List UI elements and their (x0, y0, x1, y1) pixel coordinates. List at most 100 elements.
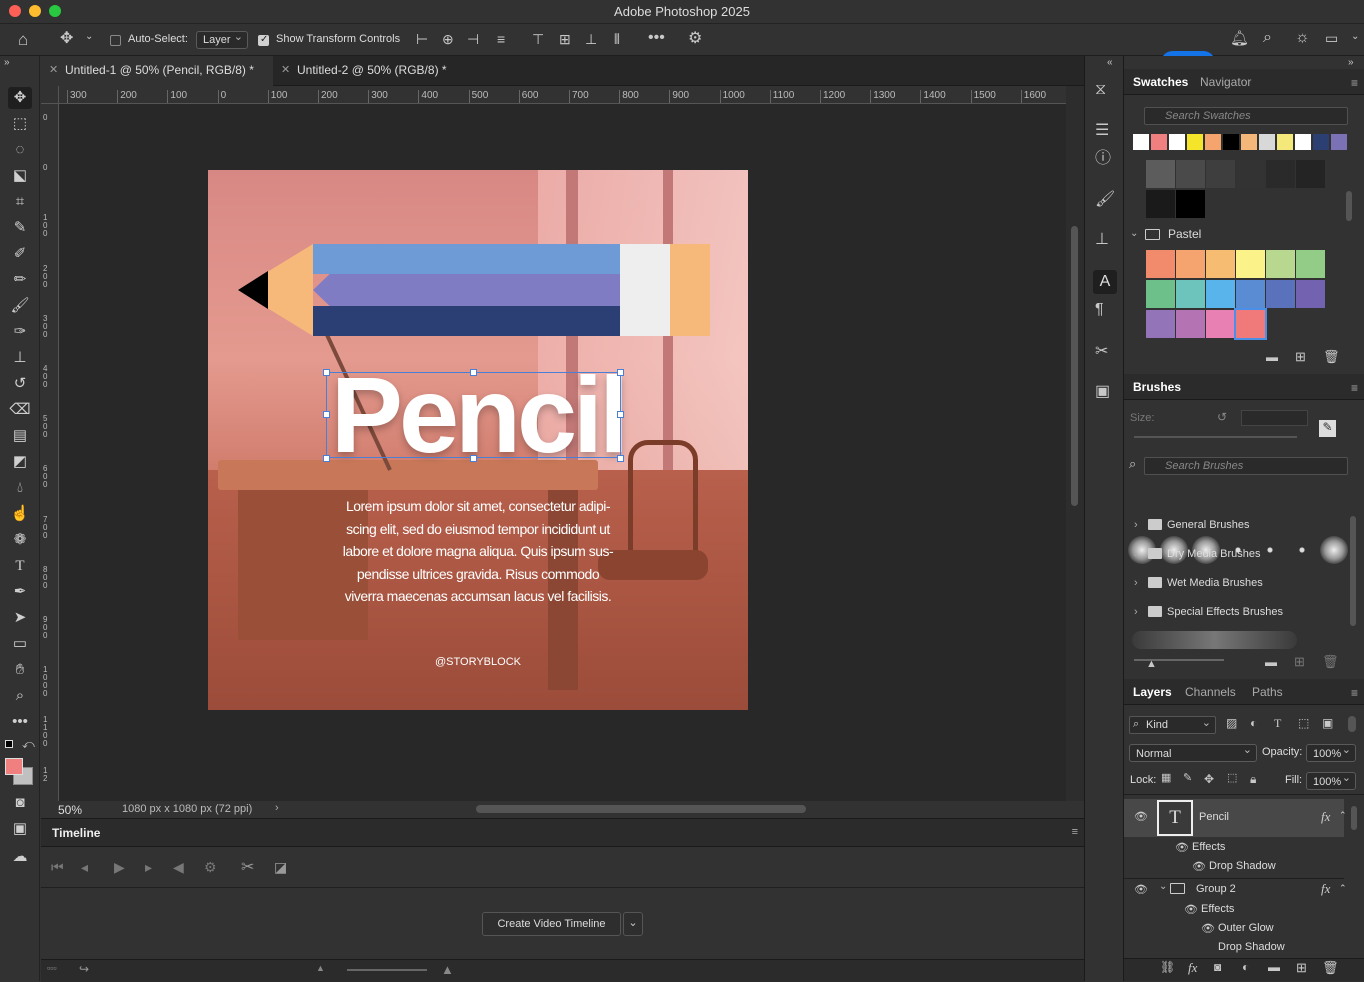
paragraph-icon[interactable]: ¶ (1095, 302, 1104, 318)
tab-untitled-2[interactable]: ✕ Untitled-2 @ 50% (RGB/8) * (273, 56, 473, 86)
recent-swatch[interactable] (1151, 134, 1167, 150)
gray-swatch[interactable] (1146, 160, 1175, 188)
eyedropper-tool-icon[interactable]: ✎ (8, 217, 32, 239)
filter-type-icon[interactable]: T (1274, 717, 1281, 729)
chevron-right-icon[interactable]: › (1134, 519, 1138, 531)
distribute-icon[interactable]: ≡ (497, 32, 505, 46)
adjustments-icon[interactable]: ☰ (1095, 123, 1109, 139)
transform-bounding-box[interactable] (326, 372, 621, 458)
tab-brushes[interactable]: Brushes (1133, 374, 1181, 400)
expand-panels-icon[interactable]: » (1348, 58, 1354, 68)
tab-layers[interactable]: Layers (1133, 679, 1172, 705)
delete-swatch-icon[interactable]: 🗑︎ (1323, 350, 1340, 363)
chevron-down-icon[interactable]: ⌄ (85, 32, 93, 42)
transform-handle[interactable] (470, 369, 477, 376)
crop-tool-icon[interactable]: ⌗ (8, 191, 32, 213)
gray-swatch[interactable] (1236, 160, 1265, 188)
eye-icon[interactable]: 👁︎ (1192, 860, 1206, 873)
gradient-tool-icon[interactable]: ▤ (8, 425, 32, 447)
recent-swatch[interactable] (1169, 134, 1185, 150)
add-style-icon[interactable]: fx (1188, 960, 1197, 976)
transform-handle[interactable] (617, 411, 624, 418)
bell-icon[interactable]: 🔔︎ (1230, 31, 1249, 46)
sponge-tool-icon[interactable]: ❁ (8, 529, 32, 551)
mixer-brush-tool-icon[interactable]: ✑ (8, 321, 32, 343)
tool-presets-icon[interactable]: ✂ (1095, 344, 1108, 360)
collapse-effects-icon[interactable]: ⌃ (1339, 810, 1347, 821)
align-left-icon[interactable]: ⊢ (416, 32, 428, 46)
eraser-tool-icon[interactable]: ⌫ (8, 399, 32, 421)
horizontal-scrollbar[interactable] (476, 805, 806, 813)
workspace-chevron-icon[interactable]: ⌄ (1351, 32, 1359, 42)
chevron-down-icon[interactable]: ⌄ (1130, 228, 1138, 239)
opacity-input[interactable]: 100% (1306, 743, 1356, 762)
zoom-out-icon[interactable]: ▲ (316, 964, 325, 973)
type-tool-icon[interactable]: T (8, 555, 32, 577)
create-brush-icon[interactable]: ⊞ (1294, 655, 1305, 668)
next-frame-icon[interactable]: ▸ (145, 860, 152, 874)
frame-animation-icon[interactable]: ▫▫▫ (47, 964, 57, 973)
lock-pixels-icon[interactable]: ✎ (1183, 773, 1192, 784)
pastel-swatch[interactable] (1296, 250, 1325, 278)
rectangle-tool-icon[interactable]: ▭ (8, 633, 32, 655)
eye-icon[interactable]: 👁︎ (1134, 883, 1148, 896)
chevron-right-icon[interactable]: › (1134, 606, 1138, 618)
new-layer-icon[interactable]: ⊞ (1296, 961, 1307, 974)
zoom-tool-icon[interactable]: ⌕ (8, 685, 32, 707)
collapse-effects-icon[interactable]: ⌃ (1339, 883, 1347, 894)
path-selection-tool-icon[interactable]: ➤ (8, 607, 32, 629)
brush-folder[interactable]: › Dry Media Brushes (1134, 545, 1344, 567)
pastel-swatch[interactable] (1176, 250, 1205, 278)
default-colors-icon[interactable] (5, 740, 13, 748)
brush-tool-icon[interactable]: 🖌︎ (8, 295, 32, 317)
libraries-icon[interactable]: ▣ (1095, 384, 1110, 400)
swap-colors-icon[interactable]: ⤺ (22, 738, 35, 750)
light-bulb-icon[interactable]: ☼ (1295, 30, 1310, 46)
clone-source-icon[interactable]: ⊥ (1095, 232, 1109, 248)
close-tab-icon[interactable]: ✕ (49, 63, 58, 76)
filter-pixel-icon[interactable]: ▨ (1226, 717, 1237, 729)
collapse-panels-icon[interactable]: « (1107, 58, 1113, 68)
brush-folder[interactable]: › Wet Media Brushes (1134, 574, 1344, 596)
recent-swatch[interactable] (1241, 134, 1257, 150)
tab-channels[interactable]: Channels (1185, 679, 1236, 705)
previous-frame-icon[interactable]: ◂ (81, 860, 88, 874)
layer-row-pencil[interactable]: 👁︎ T Pencil fx (1124, 799, 1344, 837)
pastel-swatch[interactable] (1146, 280, 1175, 308)
scroll-thumb[interactable] (1071, 226, 1078, 506)
first-frame-icon[interactable]: ⏮ (51, 860, 64, 874)
gray-swatch[interactable] (1206, 160, 1235, 188)
filter-shape-icon[interactable]: ⬚ (1298, 717, 1309, 729)
generative-icon[interactable]: ☁ (8, 846, 32, 868)
recent-swatch[interactable] (1277, 134, 1293, 150)
status-chevron-icon[interactable]: › (275, 802, 279, 814)
panel-menu-icon[interactable]: ≡ (1351, 76, 1358, 90)
transform-handle[interactable] (470, 455, 477, 462)
gray-swatch[interactable] (1176, 190, 1205, 218)
play-icon[interactable]: ▶ (114, 860, 125, 874)
screen-mode-icon[interactable]: ▣ (8, 818, 32, 840)
scissors-icon[interactable]: ✂ (241, 860, 254, 876)
recent-swatch[interactable] (1133, 134, 1149, 150)
chevron-down-icon[interactable]: ⌄ (1159, 881, 1167, 892)
filter-smart-object-icon[interactable]: ▣ (1322, 717, 1333, 729)
new-group-folder-icon[interactable]: ▬ (1266, 351, 1278, 363)
history-icon[interactable]: ⧖ (1095, 82, 1106, 98)
align-right-icon[interactable]: ⊣ (467, 32, 479, 46)
transform-handle[interactable] (617, 455, 624, 462)
delete-brush-icon[interactable]: 🗑︎ (1322, 655, 1339, 668)
fill-input[interactable]: 100% (1306, 771, 1356, 790)
show-transform-checkbox[interactable] (258, 34, 269, 46)
zoom-in-icon[interactable]: ▲ (441, 963, 454, 976)
foreground-color-swatch[interactable] (5, 758, 23, 775)
render-video-icon[interactable]: ↪ (79, 963, 89, 975)
effect-row[interactable]: 👁︎ Outer Glow (1124, 920, 1344, 939)
align-middle-icon[interactable]: ⊞ (559, 32, 571, 46)
delete-layer-icon[interactable]: 🗑︎ (1322, 961, 1339, 974)
ruler-origin[interactable] (41, 86, 59, 104)
pencil-tool-icon[interactable]: ✏ (8, 269, 32, 291)
gray-swatch[interactable] (1146, 190, 1175, 218)
effects-row[interactable]: 👁︎ Effects (1124, 901, 1344, 920)
lock-transparency-icon[interactable]: ▦ (1161, 773, 1171, 784)
paint-bucket-tool-icon[interactable]: ◩ (8, 451, 32, 473)
